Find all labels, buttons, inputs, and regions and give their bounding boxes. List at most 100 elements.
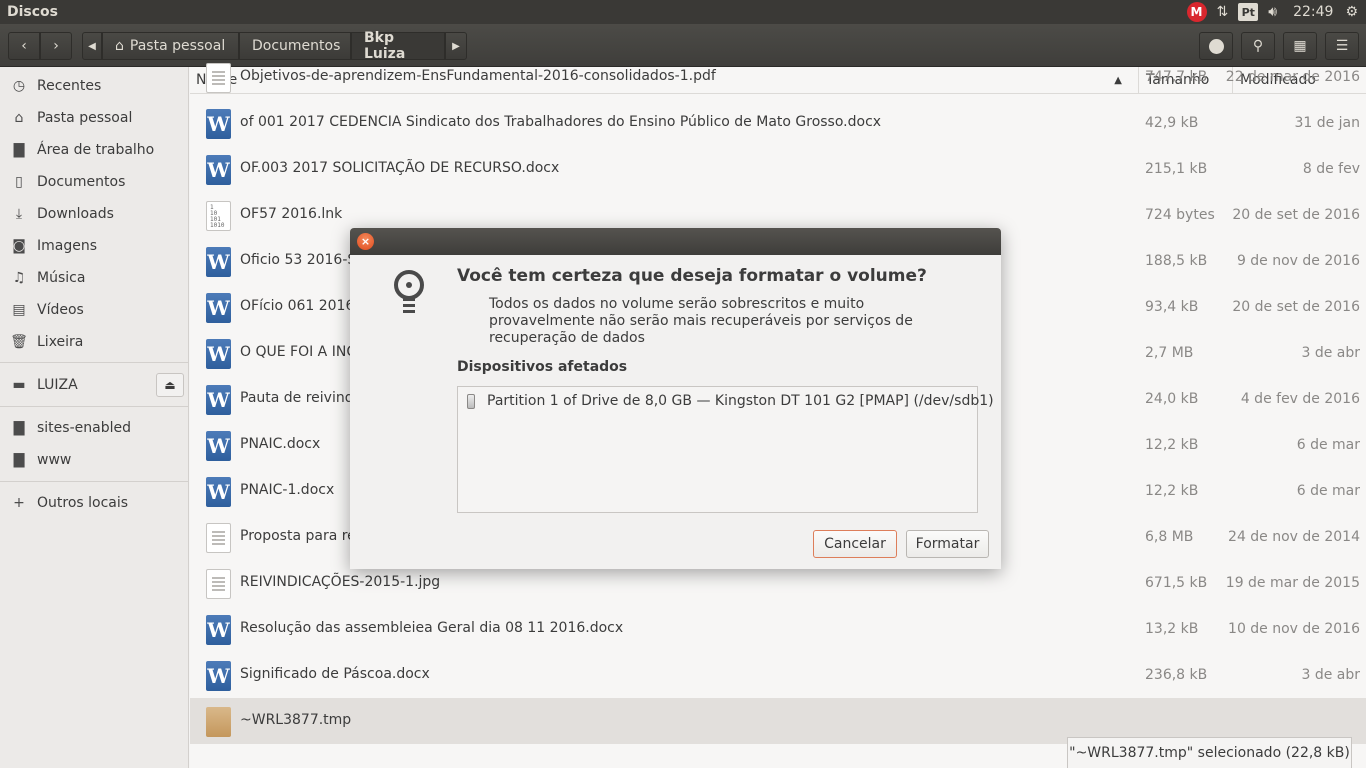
file-name: Significado de Páscoa.docx bbox=[240, 666, 430, 682]
folder-icon: ▇ bbox=[13, 420, 25, 436]
eject-button[interactable]: ⏏ bbox=[156, 373, 184, 397]
file-modified: 6 de mar bbox=[1296, 483, 1360, 499]
sidebar-item-area-de-trabalho[interactable]: ▇ Área de trabalho bbox=[0, 136, 188, 164]
download-icon: ⤓ bbox=[15, 206, 23, 222]
sidebar-item-sites-enabled[interactable]: ▇ sites-enabled bbox=[0, 414, 188, 442]
sidebar-item-recentes[interactable]: ◷ Recentes bbox=[0, 72, 188, 100]
file-size: 724 bytes bbox=[1145, 207, 1215, 223]
settings-gear-icon[interactable]: ⚙ bbox=[1345, 0, 1358, 24]
sidebar-item-label: Pasta pessoal bbox=[37, 110, 133, 126]
usb-drive-icon bbox=[467, 393, 475, 409]
file-size: 188,5 kB bbox=[1145, 253, 1208, 269]
file-modified: 22 de mar de 2016 bbox=[1225, 69, 1360, 85]
file-size: 13,2 kB bbox=[1145, 621, 1199, 637]
file-size: 215,1 kB bbox=[1145, 161, 1208, 177]
folder-icon: ▇ bbox=[13, 142, 25, 158]
sidebar-item-videos[interactable]: ▤ Vídeos bbox=[0, 296, 188, 324]
sidebar-item-documentos[interactable]: ▯ Documentos bbox=[0, 168, 188, 196]
affected-devices-label: Dispositivos afetados bbox=[457, 359, 628, 375]
indicator-area: M ⇅ Pt 🔊︎ 22:49 ⚙ bbox=[1177, 0, 1366, 24]
sidebar-item-imagens[interactable]: ◙ Imagens bbox=[0, 232, 188, 260]
file-modified: 20 de set de 2016 bbox=[1232, 299, 1360, 315]
file-size: 12,2 kB bbox=[1145, 437, 1199, 453]
crumb-label: Pasta pessoal bbox=[129, 38, 226, 54]
sidebar-item-label: Imagens bbox=[37, 238, 98, 254]
eject-icon: ⏏ bbox=[164, 378, 176, 392]
film-icon: ▤ bbox=[12, 302, 26, 318]
sidebar-item-label: Outros locais bbox=[37, 495, 129, 511]
back-button[interactable]: ‹ bbox=[8, 32, 40, 60]
sidebar-item-downloads[interactable]: ⤓ Downloads bbox=[0, 200, 188, 228]
file-size: 2,7 MB bbox=[1145, 345, 1194, 361]
archive-icon bbox=[206, 707, 231, 737]
circle-icon bbox=[1208, 38, 1224, 54]
chevron-left-icon: ‹ bbox=[21, 38, 27, 54]
word-document-icon: W bbox=[206, 477, 231, 507]
table-row[interactable]: W Significado de Páscoa.docx 236,8 kB 3 de … bbox=[190, 652, 1366, 698]
dialog-body: Todos os dados no volume serão sobrescri… bbox=[489, 296, 913, 346]
keyboard-icon[interactable]: Pt bbox=[1238, 0, 1259, 24]
file-modified: 4 de fev de 2016 bbox=[1240, 391, 1360, 407]
file-name: PNAIC-1.docx bbox=[240, 482, 335, 498]
file-size: 24,0 kB bbox=[1145, 391, 1199, 407]
sidebar-item-www[interactable]: ▇ www bbox=[0, 446, 188, 474]
button-label: Formatar bbox=[915, 536, 980, 552]
clock-icon: ◷ bbox=[12, 78, 26, 94]
sidebar-item-label: sites-enabled bbox=[37, 420, 131, 436]
sidebar-item-pasta-pessoal[interactable]: ⌂ Pasta pessoal bbox=[0, 104, 188, 132]
plus-icon: + bbox=[13, 495, 25, 511]
file-name: Resolução das assembleiea Geral dia 08 1… bbox=[240, 620, 624, 636]
sidebar-item-lixeira[interactable]: 🗑︎ Lixeira bbox=[0, 328, 188, 356]
mega-icon[interactable]: M bbox=[1186, 0, 1207, 24]
table-row[interactable]: Wof 001 2017 CEDENCIA Sindicato dos Trab… bbox=[190, 100, 1366, 146]
table-row[interactable]: W Resolução das assembleiea Geral dia 08 … bbox=[190, 606, 1366, 652]
word-document-icon: W bbox=[206, 155, 231, 185]
sidebar-item-outros-locais[interactable]: + Outros locais bbox=[0, 489, 188, 517]
file-modified: 9 de nov de 2016 bbox=[1236, 253, 1360, 269]
drive-icon: ▬ bbox=[12, 377, 26, 393]
forward-button[interactable]: › bbox=[40, 32, 72, 60]
binary-file-icon: 1 10 101 1010 bbox=[206, 201, 231, 231]
sidebar-item-label: Música bbox=[37, 270, 86, 286]
volume-icon[interactable]: 🔊︎ bbox=[1268, 0, 1277, 24]
file-name: Objetivos-de-aprendizem-EnsFundamental-2… bbox=[240, 68, 716, 84]
sidebar: ◷ Recentes ⌂ Pasta pessoal ▇ Área de trabal… bbox=[0, 67, 189, 768]
list-item[interactable]: Partition 1 of Drive de 8,0 GB — Kingsto… bbox=[467, 393, 994, 409]
close-button[interactable]: × bbox=[357, 233, 374, 250]
file-name: Oficio 53 2016-Se bbox=[240, 252, 365, 268]
file-size: 236,8 kB bbox=[1145, 667, 1208, 683]
sidebar-separator bbox=[0, 481, 188, 482]
file-name: O QUE FOI A INC bbox=[240, 344, 357, 360]
dialog-titlebar: × bbox=[350, 228, 1001, 255]
affected-devices-list[interactable]: Partition 1 of Drive de 8,0 GB — Kingsto… bbox=[457, 386, 994, 513]
file-size: 671,5 kB bbox=[1145, 575, 1208, 591]
crumb-label: Documentos bbox=[252, 38, 341, 54]
word-document-icon: W bbox=[206, 385, 231, 415]
file-name: ~WRL3877.tmp bbox=[240, 712, 352, 728]
mega-badge: M bbox=[1186, 2, 1207, 22]
table-row[interactable]: W OF.003 2017 SOLICITAÇÃO DE RECURSO.docx… bbox=[190, 146, 1366, 192]
cancel-button[interactable]: Cancelar bbox=[813, 530, 897, 558]
file-name: Proposta para re bbox=[240, 528, 356, 544]
document-icon bbox=[206, 523, 231, 553]
lightbulb-icon bbox=[394, 270, 424, 313]
word-document-icon: W bbox=[206, 247, 231, 277]
crumb-scroll-left-button[interactable]: ◀ bbox=[82, 32, 102, 60]
music-icon: ♫ bbox=[12, 270, 26, 286]
word-document-icon: W bbox=[206, 293, 231, 323]
file-name: OF.003 2017 SOLICITAÇÃO DE RECURSO.docx bbox=[240, 160, 560, 176]
sidebar-item-luiza[interactable]: ▬ LUIZA ⏏ bbox=[0, 371, 188, 399]
word-document-icon: W bbox=[206, 109, 231, 139]
table-row[interactable]: Objetivos-de-aprendizem-EnsFundamental-2… bbox=[190, 54, 1366, 100]
keyboard-layout: Pt bbox=[1238, 3, 1259, 21]
word-document-icon: W bbox=[206, 431, 231, 461]
network-arrows-icon[interactable]: ⇅ bbox=[1217, 0, 1229, 24]
sidebar-item-musica[interactable]: ♫ Música bbox=[0, 264, 188, 292]
file-size: 12,2 kB bbox=[1145, 483, 1199, 499]
format-button[interactable]: Formatar bbox=[906, 530, 989, 558]
clock[interactable]: 22:49 bbox=[1293, 0, 1333, 24]
file-modified: 8 de fev bbox=[1302, 161, 1360, 177]
button-label: Cancelar bbox=[824, 536, 886, 552]
file-name: PNAIC.docx bbox=[240, 436, 321, 452]
app-title: Discos bbox=[7, 4, 59, 20]
